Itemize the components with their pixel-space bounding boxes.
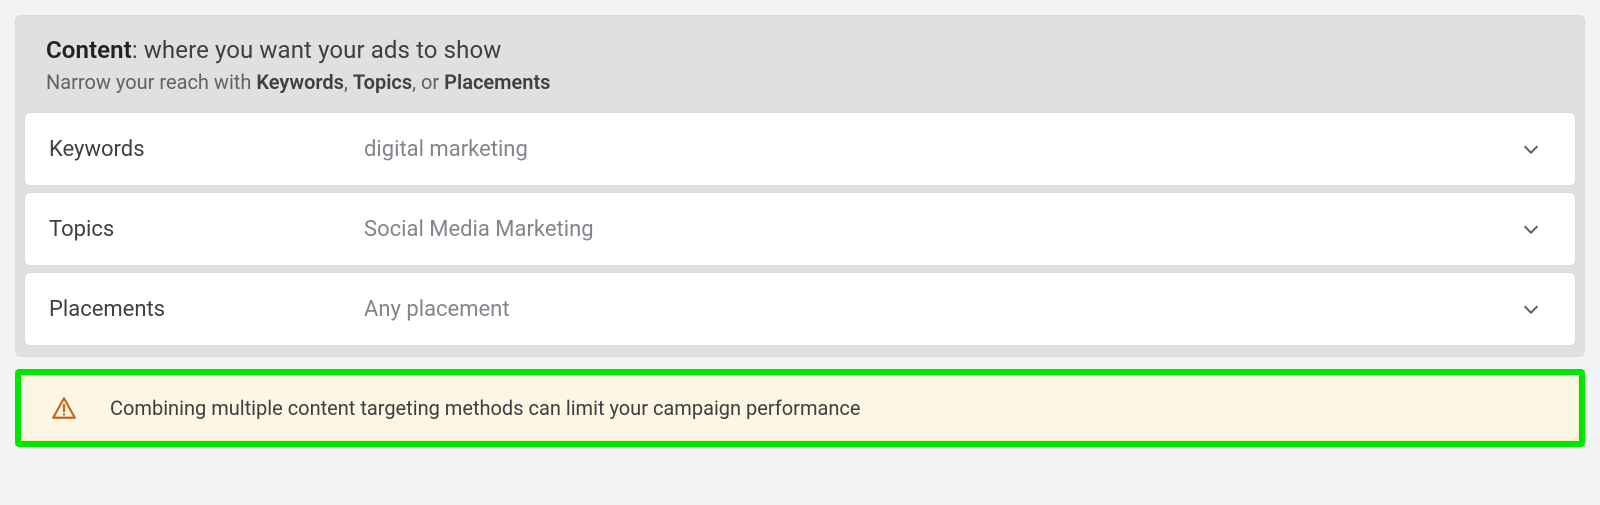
sub-sep2: , or <box>412 70 444 94</box>
placements-row[interactable]: Placements Any placement <box>24 272 1576 346</box>
keywords-row[interactable]: Keywords digital marketing <box>24 112 1576 186</box>
sub-sep1: , <box>344 70 353 94</box>
warning-text: Combining multiple content targeting met… <box>110 396 860 420</box>
panel-title-bold: Content <box>46 36 132 64</box>
warning-triangle-icon <box>50 394 78 422</box>
topics-label: Topics <box>49 217 364 242</box>
chevron-down-icon <box>1517 135 1545 163</box>
panel-title: Content: where you want your ads to show <box>46 36 1554 64</box>
sub-pre: Narrow your reach with <box>46 70 256 94</box>
sub-keywords: Keywords <box>256 70 344 94</box>
placements-label: Placements <box>49 297 364 322</box>
keywords-value: digital marketing <box>364 137 1517 162</box>
chevron-down-icon <box>1517 215 1545 243</box>
panel-header: Content: where you want your ads to show… <box>16 16 1584 112</box>
topics-row[interactable]: Topics Social Media Marketing <box>24 192 1576 266</box>
sub-topics: Topics <box>353 70 412 94</box>
content-targeting-panel: Content: where you want your ads to show… <box>15 15 1585 357</box>
alert-highlight-box: Combining multiple content targeting met… <box>15 369 1585 447</box>
panel-subtitle: Narrow your reach with Keywords, Topics,… <box>46 70 1554 94</box>
panel-title-rest: : where you want your ads to show <box>132 36 502 64</box>
sub-placements: Placements <box>444 70 550 94</box>
topics-value: Social Media Marketing <box>364 217 1517 242</box>
chevron-down-icon <box>1517 295 1545 323</box>
keywords-label: Keywords <box>49 137 364 162</box>
placements-value: Any placement <box>364 297 1517 322</box>
warning-alert: Combining multiple content targeting met… <box>21 375 1579 441</box>
